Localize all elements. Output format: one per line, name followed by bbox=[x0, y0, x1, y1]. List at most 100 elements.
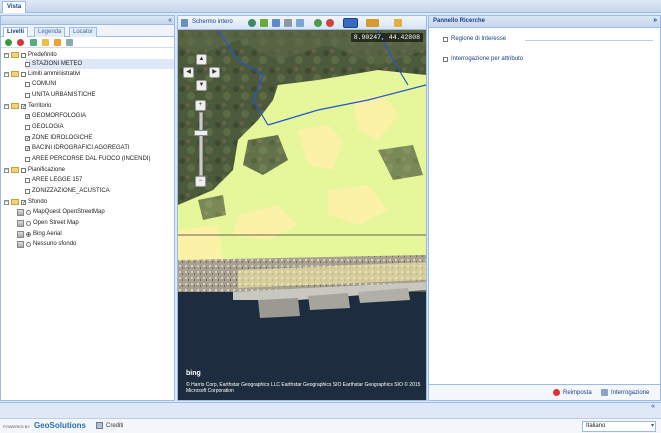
checkbox[interactable] bbox=[21, 52, 26, 58]
tree-basemap-mapquest[interactable]: MapQuest OpenStreetMap bbox=[17, 207, 105, 217]
checkbox[interactable]: ✓ bbox=[21, 103, 26, 109]
fullscreen-button[interactable]: Schermo intero bbox=[192, 19, 233, 27]
folder-icon[interactable] bbox=[42, 39, 49, 46]
reset-button[interactable]: Reimposta bbox=[553, 389, 592, 396]
measure-dropdown-icon[interactable] bbox=[366, 19, 379, 27]
checkbox[interactable] bbox=[25, 124, 30, 130]
checkbox[interactable] bbox=[443, 56, 448, 62]
info-dropdown-icon[interactable] bbox=[343, 18, 358, 28]
pan-up-button[interactable]: ▲ bbox=[196, 54, 207, 65]
radio[interactable] bbox=[26, 220, 31, 226]
tree-basemap-none[interactable]: Nessuno sfondo bbox=[17, 239, 76, 249]
checkbox[interactable] bbox=[25, 188, 30, 194]
checkbox[interactable]: ✓ bbox=[25, 135, 30, 141]
checkbox[interactable] bbox=[443, 36, 448, 42]
layers-tabs: Livelli Legenda Locator bbox=[1, 25, 174, 37]
tree-basemap-bing-aerial[interactable]: Bing Aerial bbox=[17, 229, 62, 239]
language-select[interactable]: Italiano ▾ bbox=[582, 421, 656, 432]
checkbox[interactable]: ✓ bbox=[25, 145, 30, 151]
tree-layer-comuni[interactable]: COMUNI bbox=[25, 79, 56, 89]
double-chevron-up-icon[interactable]: « bbox=[651, 403, 655, 410]
double-chevron-left-icon[interactable]: « bbox=[168, 16, 172, 25]
layer-properties-icon[interactable] bbox=[54, 39, 61, 46]
folder-icon bbox=[11, 71, 19, 77]
tree-group-limiti-amministrativi[interactable]: − Limiti amministrativi bbox=[4, 69, 80, 79]
map-toolbar: Schermo intero bbox=[178, 16, 426, 30]
search-panel-header: Pannello Ricerche » bbox=[429, 16, 660, 28]
checkbox[interactable] bbox=[25, 81, 30, 87]
tree-basemap-osm[interactable]: Open Street Map bbox=[17, 218, 79, 228]
tab-livelli[interactable]: Livelli bbox=[3, 27, 29, 37]
double-chevron-right-icon[interactable]: » bbox=[653, 17, 657, 24]
powered-by-label: POWERED BY bbox=[3, 424, 31, 429]
search-panel: Pannello Ricerche » Regione di Interesse… bbox=[428, 15, 661, 401]
basemap-icon bbox=[17, 230, 24, 238]
search-panel-footer: Reimposta Interrogazione bbox=[429, 384, 660, 400]
radio[interactable] bbox=[26, 241, 31, 247]
radio[interactable] bbox=[26, 209, 31, 215]
tree-layer-aree-legge-157[interactable]: AREE LEGGE 157 bbox=[25, 175, 82, 185]
status-bar: POWERED BY GeoSolutions Crediti Italiano… bbox=[0, 418, 661, 433]
zoom-track[interactable] bbox=[199, 112, 203, 176]
tab-locator[interactable]: Locator bbox=[69, 27, 98, 37]
tree-layer-zonizzazione-acustica[interactable]: ZONIZZAZIONE_ACUSTICA bbox=[25, 186, 110, 196]
checkbox[interactable] bbox=[21, 71, 26, 77]
add-group-icon[interactable] bbox=[30, 39, 37, 46]
zoom-extent-icon[interactable] bbox=[260, 19, 268, 27]
tree-layer-zone-idrologiche[interactable]: ✓ ZONE IDROLOGICHE bbox=[25, 133, 92, 143]
checkbox[interactable] bbox=[25, 177, 30, 183]
folder-icon bbox=[11, 103, 19, 109]
folder-icon bbox=[11, 52, 19, 58]
zoom-box-icon[interactable] bbox=[272, 19, 280, 27]
zoom-handle[interactable] bbox=[194, 130, 208, 136]
previous-view-icon[interactable] bbox=[314, 19, 322, 27]
fieldset-divider bbox=[525, 40, 653, 41]
pan-right-button[interactable]: ▶ bbox=[209, 67, 220, 78]
checkbox[interactable]: ✓ bbox=[25, 113, 30, 119]
annotation-icon[interactable] bbox=[394, 19, 402, 27]
geosolutions-logo[interactable]: GeoSolutions bbox=[34, 421, 86, 430]
radio[interactable] bbox=[26, 231, 31, 237]
tree-group-sfondo[interactable]: − ✓ Sfondo bbox=[4, 197, 47, 207]
tab-vista[interactable]: Vista bbox=[2, 1, 27, 13]
next-view-icon[interactable] bbox=[326, 19, 334, 27]
pan-icon[interactable] bbox=[296, 19, 304, 27]
tree-group-pianificazione[interactable]: − Pianificazione bbox=[4, 165, 65, 175]
query-button[interactable]: Interrogazione bbox=[601, 389, 649, 396]
credits-button[interactable]: Crediti bbox=[96, 422, 123, 429]
basemap-icon bbox=[17, 240, 24, 248]
credits-icon bbox=[96, 422, 103, 429]
zoom-out-button[interactable]: − bbox=[195, 176, 206, 187]
tree-layer-aree-percorse-fuoco[interactable]: AREE PERCORSE DAL FUOCO (INCENDI) bbox=[25, 154, 150, 164]
tree-layer-stazioni-meteo[interactable]: STAZIONI METEO bbox=[25, 59, 174, 69]
tree-layer-geomorfologia[interactable]: ✓ GEOMORFOLOGIA bbox=[25, 111, 86, 121]
add-layer-icon[interactable] bbox=[5, 39, 12, 46]
wrench-icon[interactable] bbox=[66, 39, 73, 46]
checkbox[interactable]: ✓ bbox=[21, 199, 26, 205]
fullscreen-icon bbox=[181, 19, 188, 27]
fieldset-regione-interesse[interactable]: Regione di Interesse bbox=[443, 36, 506, 42]
checkbox[interactable] bbox=[25, 92, 30, 98]
tab-legenda[interactable]: Legenda bbox=[34, 27, 66, 37]
pan-left-button[interactable]: ◀ bbox=[183, 67, 194, 78]
checkbox[interactable] bbox=[25, 61, 30, 67]
tree-group-territorio[interactable]: − ✓ Territorio bbox=[4, 101, 51, 111]
map-canvas[interactable]: 8.90247, 44.42808 ▲ ◀ ▶ ▼ + − bing © Har… bbox=[178, 30, 426, 400]
zoom-slider[interactable]: + − bbox=[194, 100, 208, 190]
tree-layer-unita-urbanistiche[interactable]: UNITA URBANISTICHE bbox=[25, 90, 96, 100]
remove-layer-icon[interactable] bbox=[17, 39, 24, 46]
basemap-icon bbox=[17, 208, 24, 216]
coordinates-readout: 8.90247, 44.42808 bbox=[350, 33, 423, 42]
print-icon[interactable] bbox=[284, 19, 292, 27]
pan-down-button[interactable]: ▼ bbox=[196, 80, 207, 91]
tree-layer-bacini-idrografici[interactable]: ✓ BACINI IDROGRAFICI AGGREGATI bbox=[25, 143, 130, 153]
tree-layer-geologia[interactable]: GEOLOGIA bbox=[25, 122, 64, 132]
zoom-in-button[interactable]: + bbox=[195, 100, 206, 111]
checkbox[interactable] bbox=[25, 156, 30, 162]
checkbox[interactable] bbox=[21, 167, 26, 173]
map-attribution: © Harris Corp, Earthstar Geographics LLC… bbox=[186, 382, 421, 394]
folder-icon bbox=[11, 167, 19, 173]
fieldset-interrogazione-attributo[interactable]: Interrogazione per attributo bbox=[443, 56, 523, 62]
globe-icon[interactable] bbox=[248, 19, 256, 27]
query-icon bbox=[601, 389, 608, 396]
